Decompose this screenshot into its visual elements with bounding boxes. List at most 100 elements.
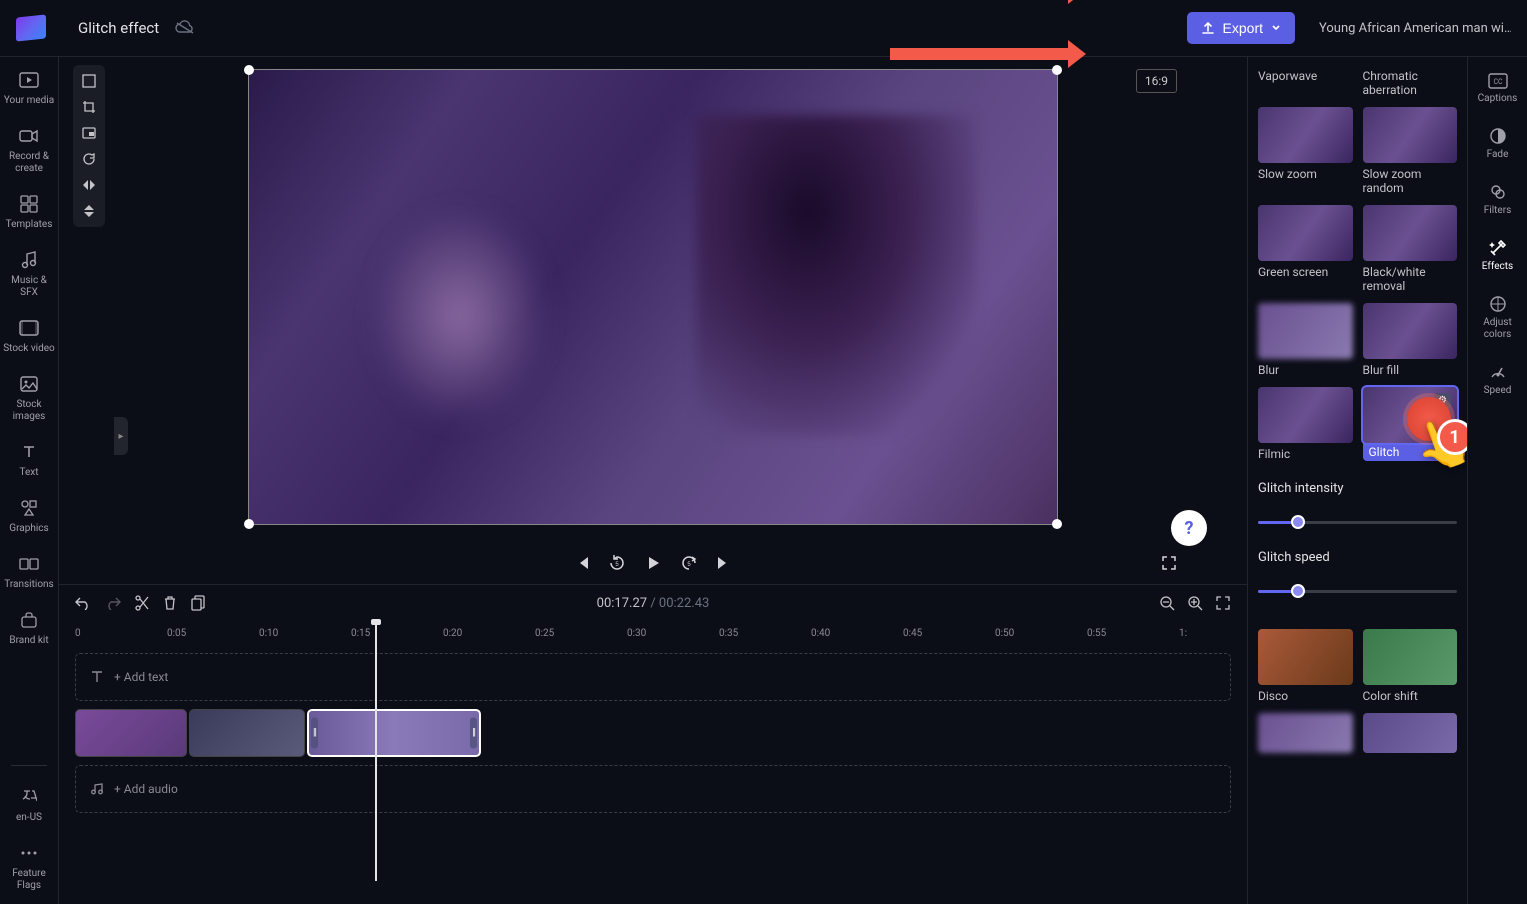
templates-icon (18, 193, 40, 215)
tab-captions[interactable]: CCCaptions (1472, 73, 1524, 105)
fade-icon (1489, 127, 1507, 145)
effect-blur-fill[interactable]: Blur fill (1363, 303, 1458, 377)
sidebar-item-feature-flags[interactable]: Feature Flags (2, 842, 56, 892)
speed-icon (1489, 363, 1507, 381)
main-canvas-area: ▸ 16:9 5 5 ? (59, 57, 1247, 584)
flip-h-tool[interactable] (77, 173, 101, 197)
delete-button[interactable] (163, 595, 177, 611)
sidebar-item-text[interactable]: Text (2, 441, 56, 479)
zoom-out-button[interactable] (1159, 595, 1175, 611)
tracks: + Add text + Add audio (59, 645, 1247, 904)
effect-slow-zoom-random[interactable]: Slow zoom random (1363, 107, 1458, 195)
canvas-toolstrip (73, 65, 105, 227)
record-icon (18, 125, 40, 147)
play-button[interactable] (644, 554, 662, 572)
playback-controls: 5 5 ? (59, 542, 1247, 584)
effect-vaporwave[interactable]: Vaporwave (1258, 65, 1353, 97)
sidebar-item-brand-kit[interactable]: Brand kit (2, 609, 56, 647)
video-clip-1[interactable] (75, 709, 187, 757)
effect-extra-2[interactable] (1363, 713, 1458, 753)
tab-speed[interactable]: Speed (1472, 363, 1524, 397)
rewind-button[interactable]: 5 (608, 554, 626, 572)
glitch-speed-slider[interactable] (1258, 583, 1457, 599)
zoom-fit-button[interactable] (1215, 595, 1231, 611)
upload-icon (1201, 21, 1215, 35)
video-clip-2[interactable] (189, 709, 305, 757)
fit-tool[interactable] (77, 69, 101, 93)
flip-v-tool[interactable] (77, 199, 101, 223)
tab-effects[interactable]: Effects (1472, 239, 1524, 273)
help-button[interactable]: ? (1171, 510, 1207, 546)
effect-glitch[interactable]: ⚙ Glitch 👆 1 (1363, 387, 1458, 461)
resize-handle-br[interactable] (1052, 519, 1062, 529)
text-track-icon (90, 670, 104, 684)
properties-tabs: CCCaptions Fade Filters Effects Adjust c… (1467, 57, 1527, 904)
rotate-tool[interactable] (77, 147, 101, 171)
sidebar-item-transitions[interactable]: Transitions (2, 553, 56, 591)
playhead[interactable] (375, 621, 377, 881)
resize-handle-tr[interactable] (1052, 65, 1062, 75)
video-clip-selected[interactable] (307, 709, 481, 757)
language-icon (18, 786, 40, 808)
sidebar-item-templates[interactable]: Templates (2, 193, 56, 231)
filters-icon (1489, 183, 1507, 201)
cloud-sync-icon[interactable] (175, 20, 195, 36)
skip-forward-button[interactable] (716, 555, 732, 571)
stock-video-icon (18, 317, 40, 339)
resize-handle-bl[interactable] (244, 519, 254, 529)
effect-black-white-removal[interactable]: Black/white removal (1363, 205, 1458, 293)
clip-title: Young African American man wi… (1311, 21, 1511, 36)
glitch-intensity-slider[interactable] (1258, 514, 1457, 530)
undo-button[interactable] (75, 596, 91, 610)
media-icon (18, 69, 40, 91)
sidebar-item-record-create[interactable]: Record & create (2, 125, 56, 175)
zoom-in-button[interactable] (1187, 595, 1203, 611)
redo-button[interactable] (105, 596, 121, 610)
chevron-down-icon (1271, 23, 1281, 33)
svg-text:CC: CC (1493, 78, 1503, 86)
sidebar-item-music-sfx[interactable]: Music & SFX (2, 249, 56, 299)
effect-chromatic-aberration[interactable]: Chromatic aberration (1363, 65, 1458, 97)
tab-filters[interactable]: Filters (1472, 183, 1524, 217)
timeline-ruler[interactable]: 0 0:05 0:10 0:15 0:20 0:25 0:30 0:35 0:4… (59, 621, 1247, 645)
effect-color-shift[interactable]: Color shift (1363, 629, 1458, 703)
effect-blur[interactable]: Blur (1258, 303, 1353, 377)
timeline-toolbar: 00:17.27 / 00:22.43 (59, 585, 1247, 621)
audio-track-icon (90, 782, 104, 796)
timeline-area: 00:17.27 / 00:22.43 0 0:05 0:10 0:15 0:2… (59, 584, 1247, 904)
pip-tool[interactable] (77, 121, 101, 145)
split-button[interactable] (135, 595, 149, 611)
sidebar-item-stock-video[interactable]: Stock video (2, 317, 56, 355)
duplicate-button[interactable] (191, 595, 205, 611)
effect-disco[interactable]: Disco (1258, 629, 1353, 703)
sidebar-item-graphics[interactable]: Graphics (2, 497, 56, 535)
effect-green-screen[interactable]: Green screen (1258, 205, 1353, 293)
skip-back-button[interactable] (574, 555, 590, 571)
more-icon (18, 842, 40, 864)
graphics-icon (18, 497, 40, 519)
sidebar-item-stock-images[interactable]: Stock images (2, 373, 56, 423)
music-icon (18, 249, 40, 271)
tab-adjust-colors[interactable]: Adjust colors (1472, 295, 1524, 341)
audio-track[interactable]: + Add audio (75, 765, 1231, 813)
crop-tool[interactable] (77, 95, 101, 119)
fullscreen-button[interactable] (1161, 555, 1177, 571)
brand-kit-icon (18, 609, 40, 631)
preview-canvas[interactable] (248, 69, 1058, 525)
effect-slow-zoom[interactable]: Slow zoom (1258, 107, 1353, 195)
export-button[interactable]: Export (1187, 12, 1295, 44)
effect-extra-1[interactable] (1258, 713, 1353, 753)
effects-panel: Vaporwave Chromatic aberration Slow zoom… (1247, 57, 1467, 904)
resize-handle-tl[interactable] (244, 65, 254, 75)
sidebar-item-your-media[interactable]: Your media (2, 69, 56, 107)
svg-text:5: 5 (687, 562, 691, 568)
sidebar-item-language[interactable]: en-US (2, 786, 56, 824)
text-track[interactable]: + Add text (75, 653, 1231, 701)
forward-button[interactable]: 5 (680, 554, 698, 572)
effect-filmic[interactable]: Filmic (1258, 387, 1353, 461)
topbar: Glitch effect Export Young African Ameri… (0, 0, 1527, 57)
app-logo (16, 14, 46, 41)
tab-fade[interactable]: Fade (1472, 127, 1524, 161)
annotation-pointer: 👆 1 (1407, 397, 1451, 441)
video-track (75, 709, 1231, 757)
